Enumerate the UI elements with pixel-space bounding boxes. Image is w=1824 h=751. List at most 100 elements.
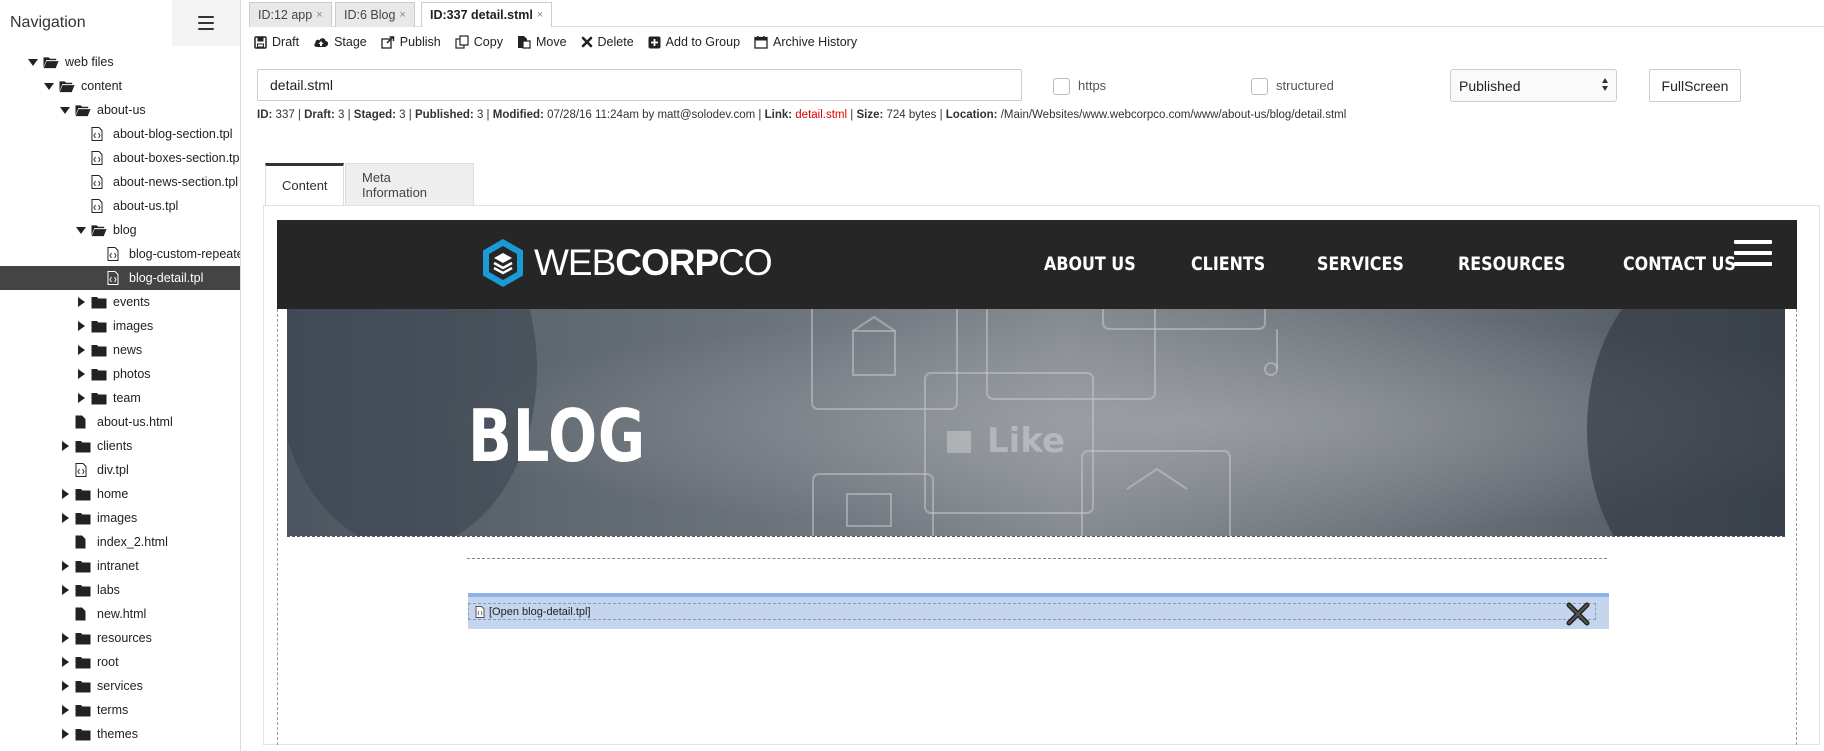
site-menu-contact-us[interactable]: CONTACT US [1623, 254, 1736, 275]
delete-x-icon [581, 36, 592, 48]
tree-item-about-us-html[interactable]: about-us.html [0, 410, 240, 434]
tree-item-themes[interactable]: themes [0, 722, 240, 746]
info-staged-label: Staged: [353, 109, 396, 121]
copy-button[interactable]: Copy [455, 35, 503, 49]
caret-down-icon[interactable] [60, 105, 70, 115]
tree-item-about-blog-section-tpl[interactable]: about-blog-section.tpl [0, 122, 240, 146]
tab-meta-information[interactable]: Meta Information [345, 163, 474, 205]
save-icon [254, 35, 267, 49]
tree-item-terms[interactable]: terms [0, 698, 240, 722]
fullscreen-button[interactable]: FullScreen [1649, 69, 1741, 102]
caret-right-icon[interactable] [60, 705, 70, 715]
tree-item-about-boxes-section-tpl[interactable]: about-boxes-section.tpl [0, 146, 240, 170]
caret-down-icon[interactable] [76, 225, 86, 235]
tree-item-home[interactable]: home [0, 482, 240, 506]
tree-item-div-tpl[interactable]: div.tpl [0, 458, 240, 482]
include-label[interactable]: [Open blog-detail.tpl] [489, 606, 591, 618]
tree-item-photos[interactable]: photos [0, 362, 240, 386]
tab-blog[interactable]: ID:6 Blog × [335, 2, 415, 27]
tree-item-events[interactable]: events [0, 290, 240, 314]
close-icon[interactable]: × [316, 9, 322, 21]
caret-right-icon[interactable] [60, 441, 70, 451]
tree-item-images[interactable]: images [0, 314, 240, 338]
move-file-icon [517, 36, 531, 49]
add-to-group-button[interactable]: Add to Group [648, 35, 740, 49]
folder-icon [75, 583, 91, 597]
region-divider [467, 558, 1607, 559]
caret-down-icon[interactable] [28, 57, 38, 67]
structured-checkbox[interactable] [1251, 78, 1268, 95]
tree-item-labs[interactable]: labs [0, 578, 240, 602]
tree-item-services[interactable]: services [0, 674, 240, 698]
status-select[interactable]: Published [1450, 69, 1617, 102]
tree-item-resources[interactable]: resources [0, 626, 240, 650]
tree-item-label: events [113, 295, 150, 309]
site-menu-clients[interactable]: CLIENTS [1191, 254, 1265, 275]
tab-content[interactable]: Content [265, 163, 344, 205]
archive-history-button[interactable]: Archive History [754, 35, 857, 49]
tree-item-about-news-section-tpl[interactable]: about-news-section.tpl [0, 170, 240, 194]
caret-right-icon[interactable] [76, 321, 86, 331]
logo-co: CO [718, 242, 772, 283]
sidebar-menu-button[interactable] [172, 0, 240, 46]
publish-button[interactable]: Publish [381, 35, 441, 49]
caret-right-icon[interactable] [76, 297, 86, 307]
tab-detail-stml[interactable]: ID:337 detail.stml × [421, 2, 553, 27]
caret-right-icon[interactable] [60, 633, 70, 643]
tree-item-root[interactable]: root [0, 650, 240, 674]
site-hamburger-icon[interactable] [1734, 240, 1772, 266]
tree-item-index-2-html[interactable]: index_2.html [0, 530, 240, 554]
move-label: Move [535, 35, 567, 49]
caret-down-icon[interactable] [44, 81, 54, 91]
tree-item-about-us-tpl[interactable]: about-us.tpl [0, 194, 240, 218]
publish-label: Publish [399, 35, 441, 49]
close-icon[interactable]: × [399, 9, 405, 21]
svg-text:Like: Like [987, 421, 1065, 461]
move-button[interactable]: Move [517, 35, 567, 49]
https-checkbox[interactable] [1053, 78, 1070, 95]
site-menu-services[interactable]: SERVICES [1317, 254, 1404, 275]
tree-item-images[interactable]: images [0, 506, 240, 530]
tab-app[interactable]: ID:12 app × [249, 2, 332, 27]
tree-item-blog[interactable]: blog [0, 218, 240, 242]
site-menu-about-us[interactable]: ABOUT US [1044, 254, 1136, 275]
tree-item-news[interactable]: news [0, 338, 240, 362]
tree-item-label: services [97, 679, 143, 693]
draft-button[interactable]: Draft [254, 35, 299, 49]
tree-item-blog-custom-repeater[interactable]: blog-custom-repeater [0, 242, 241, 266]
tree-item-intranet[interactable]: intranet [0, 554, 240, 578]
tree-item-blog-detail-tpl[interactable]: blog-detail.tpl [0, 266, 240, 290]
caret-right-icon[interactable] [60, 489, 70, 499]
tree-item-new-html[interactable]: new.html [0, 602, 240, 626]
caret-right-icon[interactable] [76, 369, 86, 379]
site-logo[interactable]: WEBCORPCO [480, 237, 773, 289]
tree-item-label: blog [113, 223, 137, 237]
sidebar-title: Navigation [10, 14, 86, 31]
close-icon[interactable]: × [537, 9, 543, 21]
caret-right-icon[interactable] [76, 345, 86, 355]
tree-item-label: home [97, 487, 129, 501]
caret-right-icon[interactable] [76, 393, 86, 403]
tree-item-about-us[interactable]: about-us [0, 98, 240, 122]
filename-input[interactable] [257, 69, 1022, 101]
caret-right-icon[interactable] [60, 561, 70, 571]
caret-right-icon[interactable] [60, 657, 70, 667]
info-link[interactable]: detail.stml [795, 109, 847, 121]
stage-button[interactable]: Stage [313, 35, 367, 49]
tree-item-label: labs [97, 583, 120, 597]
close-icon[interactable] [1565, 601, 1591, 627]
caret-right-icon[interactable] [60, 513, 70, 523]
tree-item-team[interactable]: team [0, 386, 240, 410]
tree-item-content[interactable]: content [0, 74, 240, 98]
tree-item-label: blog-custom-repeater [129, 247, 241, 261]
caret-right-icon[interactable] [60, 681, 70, 691]
tree-item-web-files[interactable]: web files [0, 50, 240, 74]
content-tabs: Content Meta Information [265, 163, 1820, 205]
caret-right-icon[interactable] [60, 729, 70, 739]
template-include-bar[interactable]: [Open blog-detail.tpl] [468, 593, 1609, 629]
delete-button[interactable]: Delete [581, 35, 634, 49]
info-size: 724 bytes [886, 109, 937, 121]
site-menu-resources[interactable]: RESOURCES [1458, 254, 1565, 275]
caret-right-icon[interactable] [60, 585, 70, 595]
tree-item-clients[interactable]: clients [0, 434, 240, 458]
